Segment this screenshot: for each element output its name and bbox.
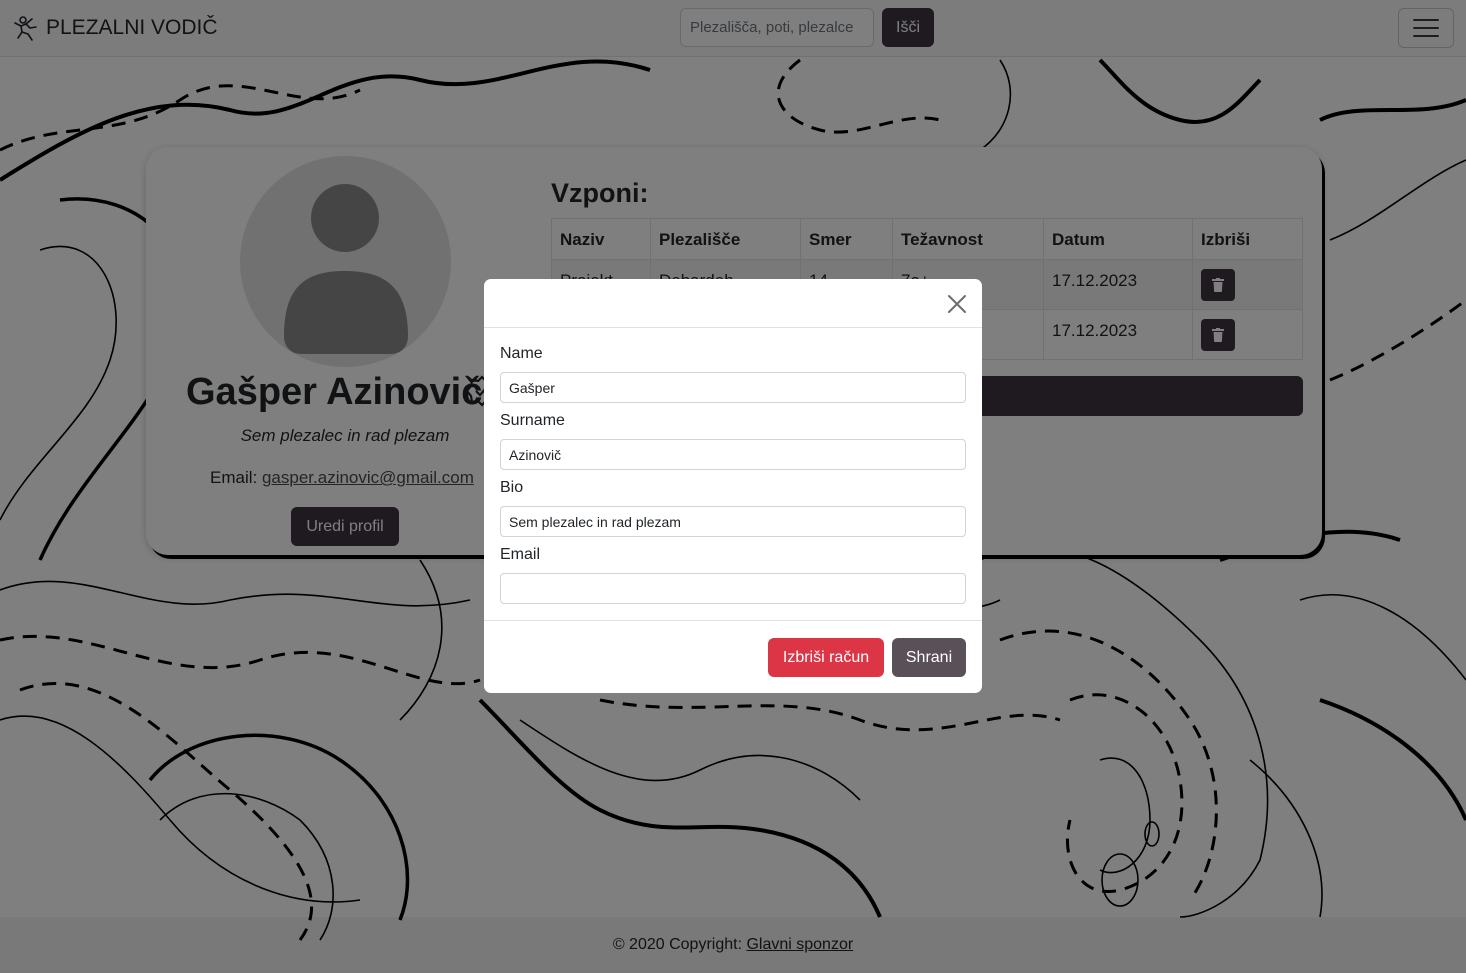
edit-profile-modal: Name Surname Bio Email Izbriši račun Shr… [484,279,982,693]
modal-footer: Izbriši račun Shrani [484,620,982,693]
email-input[interactable] [500,573,966,604]
modal-body: Name Surname Bio Email [500,345,966,613]
delete-account-button[interactable]: Izbriši račun [768,638,884,677]
name-input[interactable] [500,372,966,403]
email-label: Email [500,546,541,563]
bio-label: Bio [500,479,524,496]
surname-input[interactable] [500,439,966,470]
modal-header [484,279,982,328]
surname-label: Surname [500,412,565,429]
close-icon[interactable] [946,293,968,315]
bio-input[interactable] [500,506,966,537]
save-button[interactable]: Shrani [892,638,966,677]
name-label: Name [500,345,543,362]
